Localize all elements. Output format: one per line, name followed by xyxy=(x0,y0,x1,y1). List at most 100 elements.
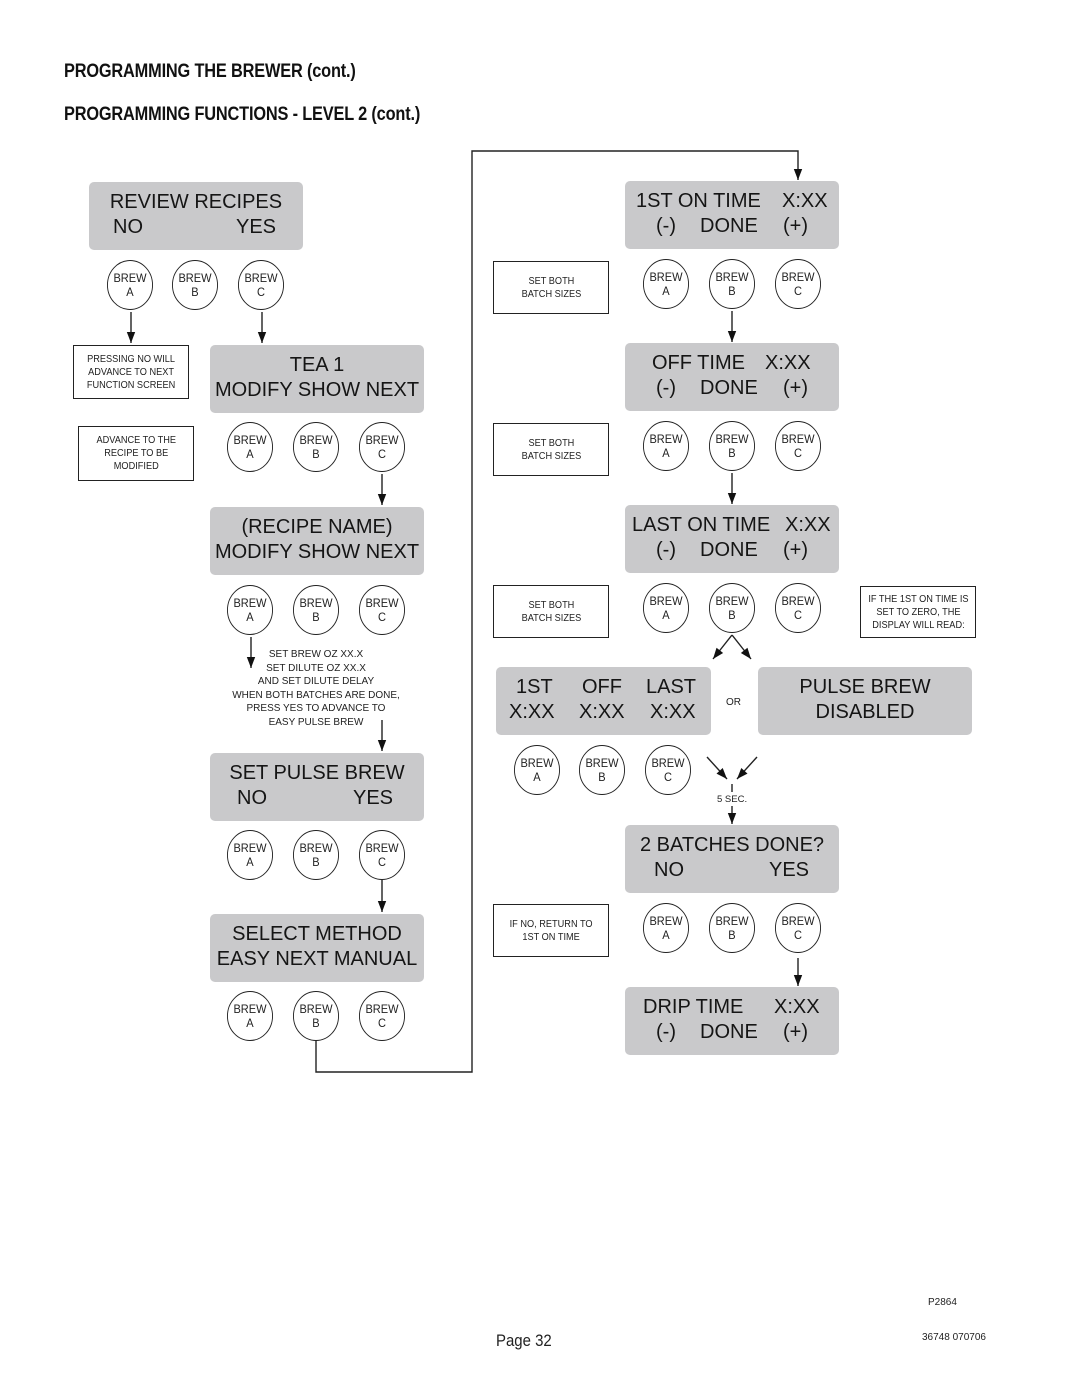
screen-tea1: TEA 1 MODIFY SHOW NEXT xyxy=(210,345,424,413)
note-set-both-batch-1: SET BOTH BATCH SIZES xyxy=(493,261,609,314)
brew-c-button[interactable]: BREW C xyxy=(359,991,405,1041)
plus-option: (+) xyxy=(783,539,808,561)
time-value: X:XX xyxy=(774,996,820,1018)
time-value: X:XX xyxy=(785,514,831,536)
arrow-last-to-summary xyxy=(712,634,733,660)
brew-b-button[interactable]: BREW B xyxy=(293,422,339,472)
brew-a-button[interactable]: BREW A xyxy=(227,830,273,880)
brew-buttons-tea1: BREW A BREW B BREW C xyxy=(225,422,409,474)
time-value: X:XX xyxy=(782,190,828,212)
screen-select-method: SELECT METHOD EASY NEXT MANUAL xyxy=(210,914,424,982)
brew-a-button[interactable]: BREW A xyxy=(227,991,273,1041)
brew-c-button[interactable]: BREW C xyxy=(359,422,405,472)
screen-pulse-brew-disabled: PULSE BREW DISABLED xyxy=(758,667,972,735)
plus-option: (+) xyxy=(783,1021,808,1043)
brew-b-button[interactable]: BREW B xyxy=(293,585,339,635)
screen-set-pulse-brew: SET PULSE BREW NO YES xyxy=(210,753,424,821)
section-subtitle: PROGRAMMING FUNCTIONS - LEVEL 2 (cont.) xyxy=(64,104,421,125)
brew-a-button[interactable]: BREW A xyxy=(227,585,273,635)
screen-line: SELECT METHOD xyxy=(232,923,402,945)
brew-c-button[interactable]: BREW C xyxy=(359,585,405,635)
brew-c-button[interactable]: BREW C xyxy=(775,421,821,471)
brew-a-button[interactable]: BREW A xyxy=(227,422,273,472)
screen-off-time: OFF TIME X:XX (-) DONE (+) xyxy=(625,343,839,411)
brew-buttons-batches: BREW A BREW B BREW C xyxy=(641,903,825,955)
brew-a-button[interactable]: BREW A xyxy=(643,421,689,471)
arrowhead-icon xyxy=(713,647,724,659)
figure-id: P2864 xyxy=(928,1297,957,1308)
arrowhead-icon xyxy=(727,813,737,824)
plus-option: (+) xyxy=(783,215,808,237)
plus-option: (+) xyxy=(783,377,808,399)
summary-last-label: LAST xyxy=(646,676,697,698)
screen-line: DISABLED xyxy=(815,701,915,723)
brew-buttons-1st-on: BREW A BREW B BREW C xyxy=(641,259,825,311)
note-set-both-batch-2: SET BOTH BATCH SIZES xyxy=(493,423,609,476)
time-value: X:XX xyxy=(765,352,811,374)
section-title: PROGRAMMING THE BREWER (cont.) xyxy=(64,61,356,82)
screen-last-on-time: LAST ON TIME X:XX (-) DONE (+) xyxy=(625,505,839,573)
note-pressing-no: PRESSING NO WILL ADVANCE TO NEXT FUNCTIO… xyxy=(73,345,189,399)
option-yes: YES xyxy=(236,216,277,238)
screen-line: TEA 1 xyxy=(289,354,345,376)
screen-line: (RECIPE NAME) xyxy=(241,516,393,538)
brew-c-button[interactable]: BREW C xyxy=(775,583,821,633)
brew-a-button[interactable]: BREW A xyxy=(643,259,689,309)
brew-c-button[interactable]: BREW C xyxy=(645,745,691,795)
brew-b-button[interactable]: BREW B xyxy=(293,830,339,880)
brew-c-button[interactable]: BREW C xyxy=(775,259,821,309)
screen-line: REVIEW RECIPES xyxy=(109,191,283,213)
note-if-1st-zero: IF THE 1ST ON TIME IS SET TO ZERO, THE D… xyxy=(860,586,976,638)
arrowhead-icon xyxy=(740,647,751,659)
brew-a-button[interactable]: BREW A xyxy=(643,583,689,633)
screen-line: 2 BATCHES DONE? xyxy=(639,834,825,856)
brew-buttons-off: BREW A BREW B BREW C xyxy=(641,421,825,473)
arrowhead-icon xyxy=(377,494,387,505)
screen-line: PULSE BREW xyxy=(799,676,931,698)
five-sec-label: 5 SEC. xyxy=(717,794,748,805)
note-if-no-return: IF NO, RETURN TO 1ST ON TIME xyxy=(493,904,609,957)
brew-b-button[interactable]: BREW B xyxy=(709,421,755,471)
screen-1st-on-time: 1ST ON TIME X:XX (-) DONE (+) xyxy=(625,181,839,249)
brew-a-button[interactable]: BREW A xyxy=(514,745,560,795)
arrow-summary-to-5sec xyxy=(706,756,728,780)
option-yes: YES xyxy=(353,787,394,809)
brew-b-button[interactable]: BREW B xyxy=(172,260,218,310)
brew-b-button[interactable]: BREW B xyxy=(709,583,755,633)
screen-summary: 1ST OFF LAST X:XX X:XX X:XX xyxy=(496,667,711,735)
brew-b-button[interactable]: BREW B xyxy=(709,259,755,309)
page-number: Page 32 xyxy=(496,1331,552,1350)
arrowhead-icon xyxy=(377,740,387,751)
brew-buttons-method: BREW A BREW B BREW C xyxy=(225,991,409,1043)
brew-b-button[interactable]: BREW B xyxy=(709,903,755,953)
brew-buttons-last: BREW A BREW B BREW C xyxy=(641,583,825,635)
brew-a-button[interactable]: BREW A xyxy=(107,260,153,310)
arrowhead-icon xyxy=(126,332,136,343)
arrowhead-icon xyxy=(716,768,727,779)
arrow-disabled-to-5sec xyxy=(736,756,758,780)
arrowhead-icon xyxy=(793,169,803,180)
summary-last-value: X:XX xyxy=(650,701,696,723)
brew-buttons-summary: BREW A BREW B BREW C xyxy=(512,745,696,797)
brew-c-button[interactable]: BREW C xyxy=(238,260,284,310)
arrowhead-icon xyxy=(793,975,803,986)
screen-2-batches-done: 2 BATCHES DONE? NO YES xyxy=(625,825,839,893)
brew-buttons-pulse: BREW A BREW B BREW C xyxy=(225,830,409,882)
note-set-brew-instructions: SET BREW OZ XX.X SET DILUTE OZ XX.X AND … xyxy=(232,649,400,728)
screen-line: SET PULSE BREW xyxy=(229,762,405,784)
document-number: 36748 070706 xyxy=(922,1332,986,1343)
arrowhead-icon xyxy=(257,332,267,343)
screen-line: EASY NEXT MANUAL xyxy=(216,948,418,970)
arrowhead-icon xyxy=(377,901,387,912)
note-set-both-batch-3: SET BOTH BATCH SIZES xyxy=(493,585,609,638)
brew-b-button[interactable]: BREW B xyxy=(293,991,339,1041)
brew-a-button[interactable]: BREW A xyxy=(643,903,689,953)
option-yes: YES xyxy=(769,859,810,881)
brew-c-button[interactable]: BREW C xyxy=(775,903,821,953)
brew-b-button[interactable]: BREW B xyxy=(579,745,625,795)
or-label: OR xyxy=(726,697,741,708)
arrow-last-to-disabled xyxy=(731,634,752,660)
brew-c-button[interactable]: BREW C xyxy=(359,830,405,880)
screen-recipe-name: (RECIPE NAME) MODIFY SHOW NEXT xyxy=(210,507,424,575)
screen-drip-time: DRIP TIME X:XX (-) DONE (+) xyxy=(625,987,839,1055)
